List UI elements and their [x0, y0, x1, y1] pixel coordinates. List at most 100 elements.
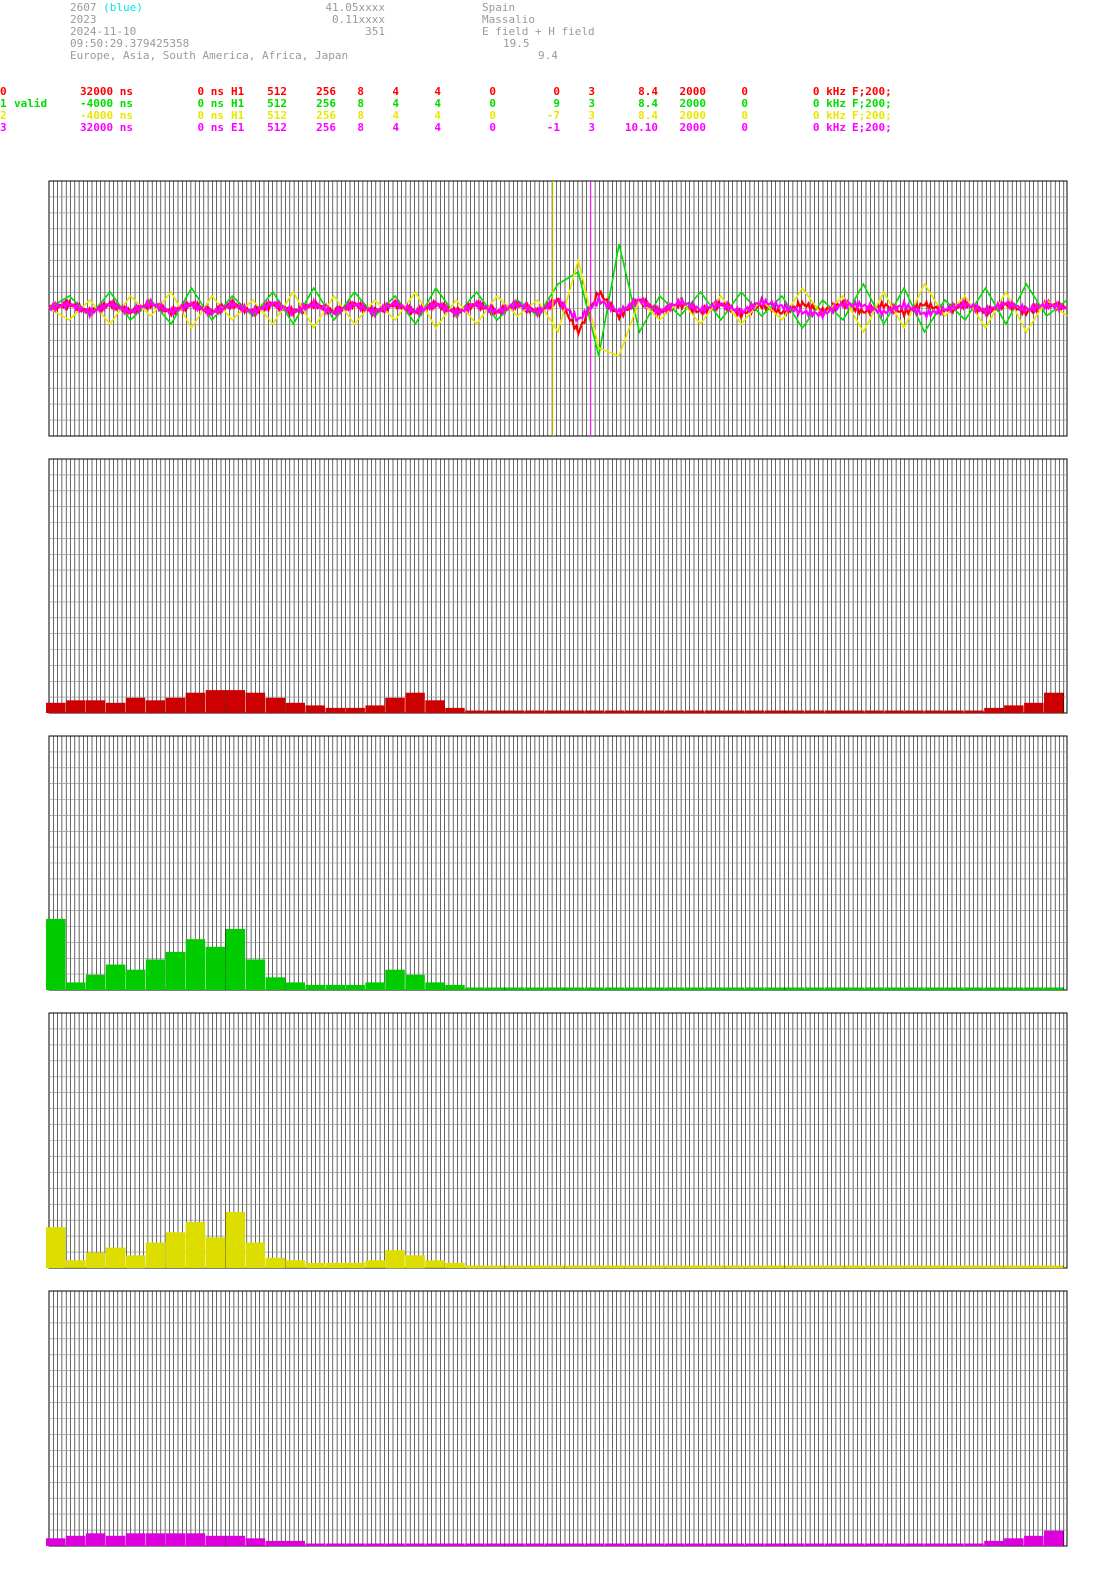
spectrum-1-bar — [125, 697, 146, 713]
spectrum-4-bar — [764, 1543, 785, 1547]
spectrum-4-bar — [205, 1535, 226, 1546]
spectrum-3-bar — [984, 1265, 1004, 1269]
spectrum-1-bar — [664, 710, 685, 713]
spectrum-1-bar — [245, 692, 266, 713]
spectrum-1-bar — [365, 705, 385, 713]
spectrum-4-bar — [265, 1540, 286, 1546]
spectrum-4-bar — [904, 1543, 924, 1547]
spectrum-2-bar — [185, 939, 206, 990]
spectrum-4-bar — [664, 1543, 685, 1547]
spectrum-4-bar — [485, 1543, 505, 1547]
spectrum-4-bar — [245, 1538, 266, 1546]
spectrum-1-bar — [844, 710, 864, 713]
spectrum-1-bar — [425, 700, 445, 713]
spectrum-2-bar — [764, 987, 785, 990]
spectrum-4-bar — [704, 1543, 725, 1547]
spectrum-4-bar — [824, 1543, 844, 1547]
spectrum-4-bar — [325, 1543, 345, 1547]
spectrum-2-bar — [505, 987, 525, 990]
spectrum-3-bar — [644, 1265, 665, 1269]
spectrum-2-bar — [804, 987, 824, 990]
spectrum-1-bar — [704, 710, 725, 713]
spectrum-1-bar — [145, 700, 166, 713]
spectrum-1-bar — [624, 710, 645, 713]
spectrum-1-bar — [105, 702, 126, 713]
spectrum-4-bar — [844, 1543, 864, 1547]
spectrum-1-bar — [385, 697, 405, 713]
spectrum-3-bar — [225, 1211, 246, 1268]
spectrum-1-bar — [1044, 692, 1064, 713]
spectrum-3-bar — [604, 1265, 625, 1269]
spectrum-1-bar — [684, 710, 705, 713]
spectrum-2-bar — [485, 987, 505, 990]
spectrum-1-bar — [584, 710, 605, 713]
spectrum-3-bar — [205, 1237, 226, 1268]
spectrum-3-bar — [944, 1265, 964, 1269]
spectrum-3-bar — [465, 1265, 485, 1269]
spectrum-2-bar — [85, 974, 106, 990]
spectrum-2-bar — [1024, 987, 1044, 990]
spectrum-2-bar — [884, 987, 904, 990]
spectrum-3-bar — [784, 1265, 804, 1269]
spectrum-1-bar — [764, 710, 785, 713]
spectrum-4-bar — [565, 1543, 585, 1547]
spectrum-2-bar — [984, 987, 1004, 990]
spectrum-3-bar — [724, 1265, 745, 1269]
spectrum-4-bar — [85, 1533, 106, 1547]
spectrum-2-bar — [425, 982, 445, 990]
spectrum-3-bar — [325, 1262, 345, 1268]
spectrum-3-bar — [764, 1265, 785, 1269]
spectrum-1-bar — [505, 710, 525, 713]
spectrum-2-bar — [405, 974, 425, 990]
spectrum-1-bar — [545, 710, 565, 713]
spectrum-1-bar — [66, 700, 86, 713]
spectrum-4-bar — [604, 1543, 625, 1547]
spectrum-1-bar — [1024, 702, 1044, 713]
spectrum-2-bar — [1044, 987, 1064, 990]
spectrum-1-bar — [205, 690, 226, 713]
spectrum-4-bar — [724, 1543, 745, 1547]
spectrum-1-bar — [804, 710, 824, 713]
spectrum-4-bar — [525, 1543, 545, 1547]
spectrum-4-bar — [165, 1533, 186, 1547]
spectrum-3-bar — [445, 1262, 465, 1268]
spectrum-2-bar — [46, 918, 66, 990]
spectrum-2-bar — [165, 951, 186, 990]
spectrum-4-bar — [66, 1535, 86, 1546]
spectrum-4-bar — [105, 1535, 126, 1546]
spectrum-4-bar — [185, 1533, 206, 1547]
spectrum-1-bar — [644, 710, 665, 713]
spectrum-1-bar — [604, 710, 625, 713]
spectrum-1-bar — [964, 710, 984, 713]
spectrum-2-bar — [525, 987, 545, 990]
spectrum-3-bar — [505, 1265, 525, 1269]
spectrum-4-bar — [345, 1543, 365, 1547]
spectrum-4-bar — [684, 1543, 705, 1547]
spectrum-4-bar — [964, 1543, 984, 1547]
spectrum-1-bar — [724, 710, 745, 713]
spectrum-1-bar — [744, 710, 765, 713]
spectrum-2-bar — [604, 987, 625, 990]
spectrum-1-bar — [924, 710, 944, 713]
spectrum-2-bar — [1004, 987, 1024, 990]
spectrum-1-bar — [944, 710, 964, 713]
spectrum-3-bar — [864, 1265, 884, 1269]
waveform-and-spectrum-panels — [46, 180, 1068, 1547]
spectrum-3-bar — [285, 1260, 305, 1268]
spectrum-1-bar — [1004, 705, 1024, 713]
spectrum-2-bar — [944, 987, 964, 990]
spectrum-2-bar — [924, 987, 944, 990]
spectrum-3-bar — [525, 1265, 545, 1269]
spectrum-2-bar — [465, 987, 485, 990]
spectrum-4-bar — [445, 1543, 465, 1547]
spectrum-2-bar — [964, 987, 984, 990]
spectrum-1-bar — [325, 707, 345, 713]
spectrum-2-bar — [644, 987, 665, 990]
spectrum-3-bar — [624, 1265, 645, 1269]
spectrum-1-bar — [185, 692, 206, 713]
spectrum-2-bar — [545, 987, 565, 990]
spectrum-3-bar — [884, 1265, 904, 1269]
spectrum-1-bar — [565, 710, 585, 713]
spectrum-2-bar — [744, 987, 765, 990]
spectrum-1-bar — [85, 700, 106, 713]
